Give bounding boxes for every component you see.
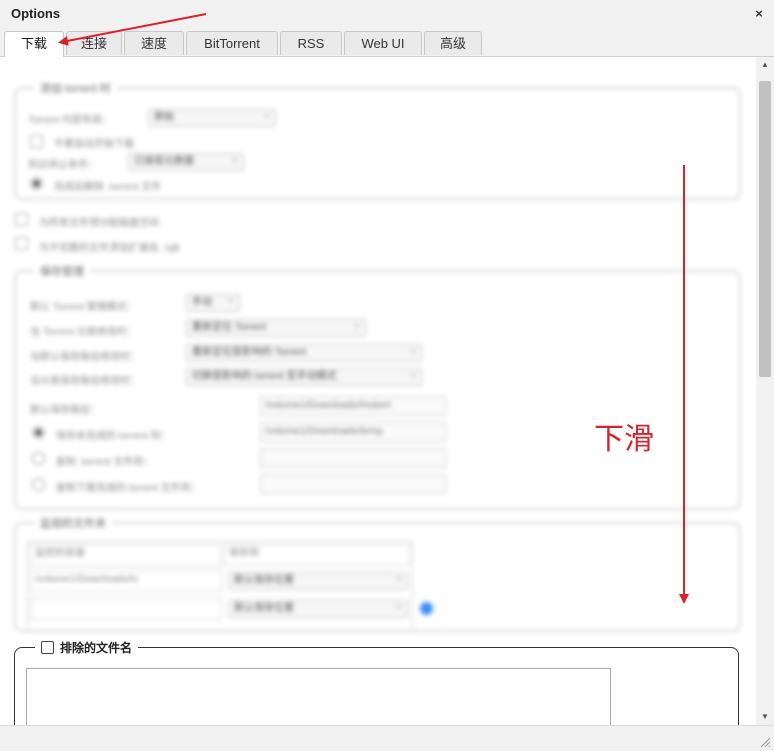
append-ext-label: 为不完整的文件添加扩展名 .!qB <box>39 243 180 254</box>
append-ext-checkbox[interactable] <box>15 237 28 250</box>
preallocate-label: 为所有文件预分配磁盘空间 <box>39 218 159 229</box>
excluded-files-textarea[interactable] <box>26 668 611 725</box>
dont-start-checkbox[interactable] <box>30 135 43 148</box>
add-torrent-fieldset: 添加 torrent 时 Torrent 内容布局： 原始 不要自动开始下载 到… <box>14 80 741 200</box>
copy-torrent-label: 复制 .torrent 文件到： <box>56 457 154 468</box>
excluded-files-checkbox[interactable] <box>41 641 54 654</box>
content-layout-select[interactable]: 原始 <box>148 107 276 127</box>
save-management-fieldset: 保存管理 默认 Torrent 管理模式： 手动 当 Torrent 分类修改时… <box>14 263 741 510</box>
default-save-path-input[interactable]: /volume1/Downloads/Hubert <box>260 396 446 416</box>
copy-torrent-checkbox[interactable] <box>32 452 45 465</box>
tab-rss[interactable]: RSS <box>280 31 342 55</box>
stop-condition-label: 到达停止条件： <box>28 160 98 171</box>
torrent-mode-label: 默认 Torrent 管理模式： <box>30 302 137 313</box>
excluded-files-legend: 排除的文件名 <box>35 639 139 656</box>
watched-folder-cell[interactable] <box>30 598 222 620</box>
tab-bittorrent[interactable]: BitTorrent <box>186 31 278 55</box>
scroll-thumb[interactable] <box>759 81 771 377</box>
default-save-path-label: 默认保存路径： <box>30 405 100 416</box>
table-header: 保存到 <box>224 544 410 566</box>
watched-folders-table: 监控的目录 保存到 /volume1/Downloads/tv 默认保存位置 默… <box>27 541 413 631</box>
default-path-changed-select[interactable]: 重新定位受影响的 Torrent <box>186 342 422 362</box>
table-header: 监控的目录 <box>30 544 222 566</box>
content-layout-label: Torrent 内容布局： <box>28 115 112 126</box>
category-changed-select[interactable]: 重新定位 Torrent <box>186 317 366 337</box>
dialog-titlebar: Options × <box>0 0 774 29</box>
copy-finished-input[interactable] <box>260 474 446 494</box>
copy-finished-checkbox[interactable] <box>32 478 45 491</box>
watched-folders-legend: 监视的文件夹 <box>34 515 112 531</box>
delete-torrent-checkbox[interactable] <box>30 177 43 190</box>
default-path-changed-label: 当默认保存路径修改时： <box>30 352 140 363</box>
watched-folders-fieldset: 监视的文件夹 监控的目录 保存到 /volume1/Downloads/tv 默… <box>14 515 741 632</box>
stop-condition-select[interactable]: 已接受元数据 <box>128 151 244 171</box>
tab-advanced[interactable]: 高级 <box>424 31 482 55</box>
incomplete-path-input[interactable]: /volume1/Downloads/temp <box>260 422 446 442</box>
add-folder-icon[interactable] <box>420 602 433 615</box>
save-management-legend: 保存管理 <box>34 263 90 279</box>
copy-finished-label: 复制下载完成的 torrent 文件到： <box>56 483 201 494</box>
category-path-changed-select[interactable]: 切换受影响的 torrent 至手动模式 <box>186 366 422 386</box>
excluded-files-label: 排除的文件名 <box>60 641 133 655</box>
options-content: 添加 torrent 时 Torrent 内容布局： 原始 不要自动开始下载 到… <box>0 57 756 725</box>
watched-folder-target-select[interactable]: 默认保存位置 <box>228 598 408 618</box>
torrent-mode-select[interactable]: 手动 <box>186 292 240 312</box>
copy-torrent-input[interactable] <box>260 448 446 468</box>
tab-download[interactable]: 下载 <box>4 31 64 57</box>
tab-webui[interactable]: Web UI <box>344 31 422 55</box>
delete-torrent-label: 完成后删除 .torrent 文件 <box>54 182 162 193</box>
scroll-down-icon[interactable]: ▼ <box>756 709 774 725</box>
dialog-footer <box>0 725 774 751</box>
watched-folder-cell[interactable]: /volume1/Downloads/tv <box>30 570 222 592</box>
excluded-files-fieldset: 排除的文件名 <box>14 639 739 725</box>
dont-start-label: 不要自动开始下载 <box>54 139 134 150</box>
resize-grip-icon[interactable] <box>759 736 771 748</box>
scroll-up-icon[interactable]: ▲ <box>756 57 774 73</box>
keep-incomplete-checkbox[interactable] <box>32 426 45 439</box>
category-path-changed-label: 当分类保存路径修改时： <box>30 376 140 387</box>
vertical-scrollbar[interactable]: ▲ ▼ <box>756 57 774 725</box>
watched-folder-target-select[interactable]: 默认保存位置 <box>228 570 408 590</box>
tab-speed[interactable]: 速度 <box>124 31 184 55</box>
tab-connection[interactable]: 连接 <box>66 31 122 55</box>
dialog-title: Options <box>11 6 61 21</box>
annotation-text: 下滑 <box>594 422 654 457</box>
preallocate-checkbox[interactable] <box>15 213 28 226</box>
category-changed-label: 当 Torrent 分类修改时： <box>30 327 137 338</box>
keep-incomplete-label: 保存未完成的 torrent 到： <box>56 431 171 442</box>
tab-bar: 下载 连接 速度 BitTorrent RSS Web UI 高级 <box>0 28 774 57</box>
close-icon[interactable]: × <box>752 7 766 21</box>
add-torrent-legend: 添加 torrent 时 <box>34 80 117 96</box>
